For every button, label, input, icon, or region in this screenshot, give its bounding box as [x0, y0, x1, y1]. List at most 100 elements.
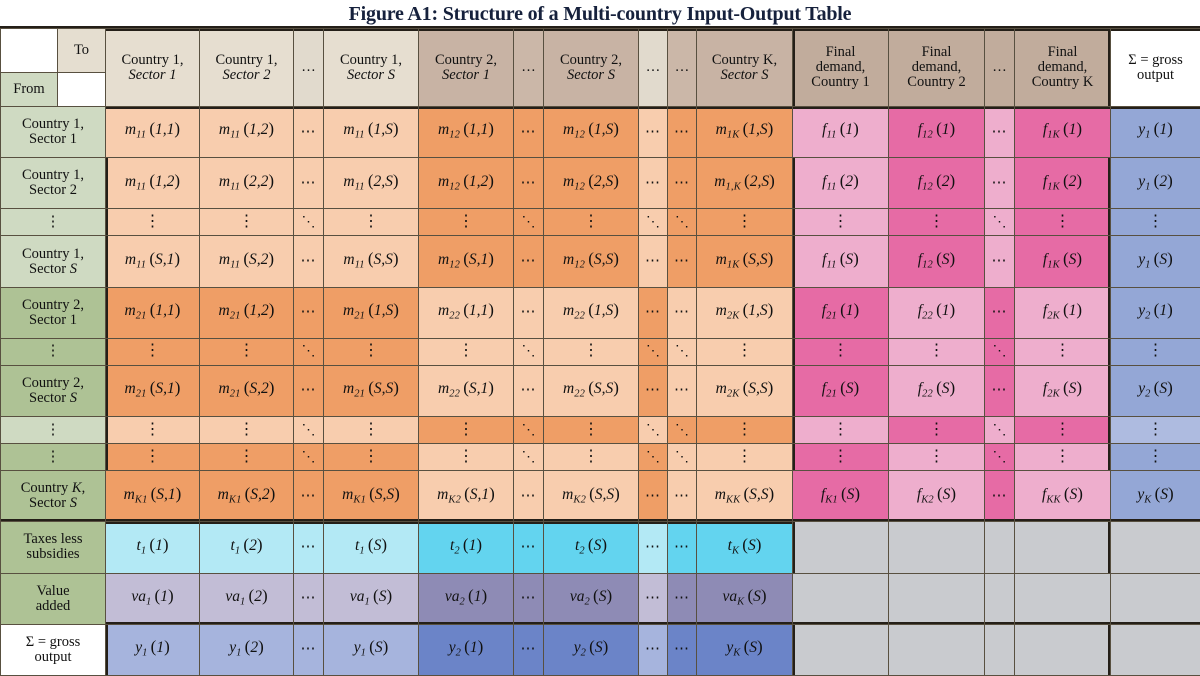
vertical-dots: ⋮: [1148, 342, 1164, 359]
cell-r3-m3: ⋱: [294, 209, 324, 236]
formula: m21 (1,S): [343, 302, 399, 319]
vertical-dots: ⋮: [145, 342, 161, 359]
vertical-dots: ⋮: [363, 448, 379, 465]
formula: mKK (S,S): [715, 486, 774, 503]
vertical-dots: ⋮: [363, 342, 379, 359]
col-header-c2sS: Country 2, Sector S: [544, 29, 639, 107]
cell-r8-m10: ⋮: [697, 417, 793, 444]
formula: va1 (S): [350, 588, 392, 605]
vertical-dots: ⋮: [833, 213, 849, 230]
formula: m21 (S,2): [219, 380, 275, 397]
cell-r13-f4: [1015, 624, 1111, 675]
cell-r12-m10: vaK (S): [697, 573, 793, 624]
horizontal-dots: ⋯: [645, 304, 661, 320]
formula: f11 (S): [822, 251, 859, 268]
formula: m22 (S,1): [438, 380, 494, 397]
formula: m21 (S,1): [125, 380, 181, 397]
formula: m21 (S,S): [343, 380, 399, 397]
cell-r4-m4: m11 (S,S): [324, 236, 419, 287]
cell-r11-y: [1111, 522, 1200, 573]
cell-r1-f3: ⋯: [985, 107, 1015, 158]
formula: mK1 (S,2): [218, 486, 276, 503]
cell-r1-m10: m1K (1,S): [697, 107, 793, 158]
cell-r5-m6: ⋯: [514, 287, 544, 338]
cell-r5-y: y2 (1): [1111, 287, 1200, 338]
vertical-dots: ⋮: [1148, 448, 1164, 465]
cell-r11-m5: t2 (1): [419, 522, 514, 573]
formula: m11 (1,1): [125, 121, 180, 138]
cell-r8-m6: ⋱: [514, 417, 544, 444]
cell-r4-f3: ⋯: [985, 236, 1015, 287]
diagonal-dots: ⋱: [993, 215, 1007, 230]
vertical-dots: ⋮: [929, 421, 945, 438]
formula: m2K (1,S): [716, 302, 774, 319]
row-header-r6: ⋮: [1, 338, 106, 365]
cell-r12-f2: [889, 573, 985, 624]
corner-from-label: From: [1, 73, 58, 107]
horizontal-dots: ⋯: [645, 382, 661, 398]
horizontal-dots: ⋯: [992, 488, 1008, 504]
diagonal-dots: ⋱: [993, 423, 1007, 438]
formula: f21 (S): [822, 380, 859, 397]
formula: fK1 (S): [821, 486, 860, 503]
formula: y1 (1): [135, 639, 170, 656]
cell-r10-f2: fK2 (S): [889, 471, 985, 522]
formula: mK2 (S,1): [437, 486, 495, 503]
cell-r1-m7: m12 (1,S): [544, 107, 639, 158]
vertical-dots: ⋮: [583, 421, 599, 438]
cell-r6-m8: ⋱: [639, 338, 668, 365]
formula: t1 (1): [137, 537, 169, 554]
cell-r1-m1: m11 (1,1): [106, 107, 200, 158]
horizontal-dots: ⋯: [301, 253, 317, 269]
horizontal-dots: ⋯: [301, 590, 317, 606]
header-row-to: To Country 1, Sector 1 Country 1, Sector…: [1, 29, 1200, 73]
formula: m1K (1,S): [716, 121, 774, 138]
formula: va2 (S): [570, 588, 612, 605]
cell-r9-m6: ⋱: [514, 444, 544, 471]
cell-r6-m10: ⋮: [697, 338, 793, 365]
vertical-dots: ⋮: [1148, 421, 1164, 438]
formula: y2 (S): [574, 639, 609, 656]
row-header-r10: Country K,Sector S: [1, 471, 106, 522]
vertical-dots: ⋮: [929, 342, 945, 359]
diagonal-dots: ⋱: [522, 344, 536, 359]
diagonal-dots: ⋱: [302, 423, 316, 438]
cell-r5-m8: ⋯: [639, 287, 668, 338]
diagonal-dots: ⋱: [675, 344, 689, 359]
cell-r10-m6: ⋯: [514, 471, 544, 522]
col-header-fd-c2: Final demand, Country 2: [889, 29, 985, 107]
cell-r12-m6: ⋯: [514, 573, 544, 624]
vertical-dots: ⋮: [458, 213, 474, 230]
diagonal-dots: ⋱: [302, 215, 316, 230]
cell-r11-m2: t1 (2): [200, 522, 294, 573]
formula: f12 (2): [918, 173, 955, 190]
formula: m11 (S,2): [219, 251, 274, 268]
formula: t2 (S): [575, 537, 607, 554]
cell-r11-m1: t1 (1): [106, 522, 200, 573]
horizontal-dots: ⋯: [521, 124, 537, 140]
cell-r3-m10: ⋮: [697, 209, 793, 236]
diagonal-dots: ⋱: [302, 344, 316, 359]
row-header-r1: Country 1,Sector 1: [1, 107, 106, 158]
horizontal-dots: ⋯: [301, 304, 317, 320]
formula: f2K (S): [1043, 380, 1082, 397]
horizontal-dots: ⋯: [674, 175, 690, 191]
cell-r5-m4: m21 (1,S): [324, 287, 419, 338]
cell-r6-m6: ⋱: [514, 338, 544, 365]
cell-r9-y: ⋮: [1111, 444, 1200, 471]
vertical-dots: ⋮: [1148, 213, 1164, 230]
formula: m11 (1,2): [125, 173, 180, 190]
cell-r10-m8: ⋯: [639, 471, 668, 522]
cell-r9-m8: ⋱: [639, 444, 668, 471]
formula: f1K (1): [1043, 121, 1082, 138]
cell-r3-f3: ⋱: [985, 209, 1015, 236]
cell-r2-m10: m1,K (2,S): [697, 158, 793, 209]
cell-r13-f3: [985, 624, 1015, 675]
cell-r9-m4: ⋮: [324, 444, 419, 471]
col-header-c1s1: Country 1, Sector 1: [106, 29, 200, 107]
cell-r1-m3: ⋯: [294, 107, 324, 158]
cell-r13-m6: ⋯: [514, 624, 544, 675]
cell-r4-m7: m12 (S,S): [544, 236, 639, 287]
cell-r10-y: yK (S): [1111, 471, 1200, 522]
horizontal-dots: ⋯: [521, 304, 537, 320]
